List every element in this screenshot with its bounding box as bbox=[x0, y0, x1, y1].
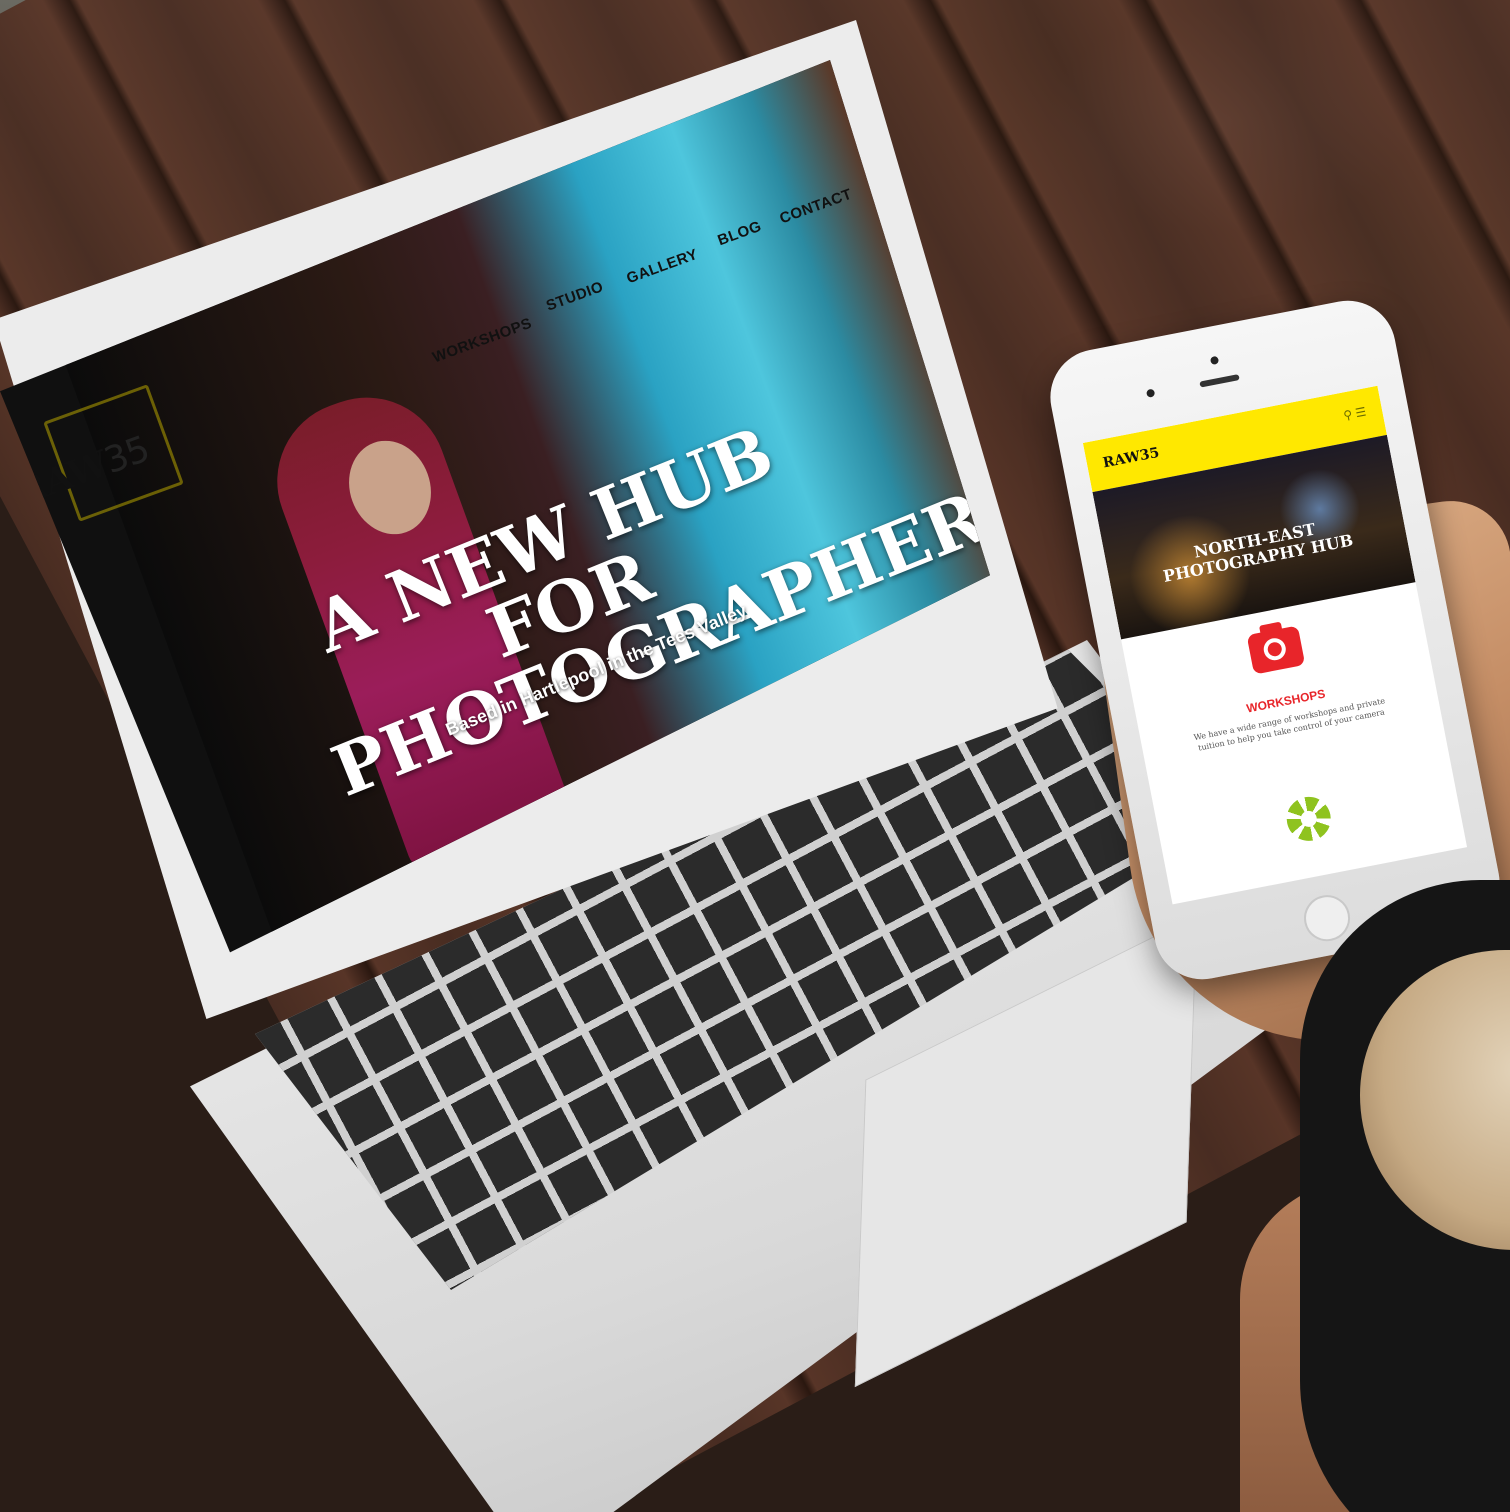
camera-icon bbox=[1246, 625, 1306, 675]
phone-home-button bbox=[1300, 891, 1355, 946]
search-icon[interactable]: ⚲ bbox=[1342, 407, 1353, 422]
phone-camera-dot bbox=[1145, 388, 1156, 398]
mobile-hero-title: NORTH-EAST PHOTOGRAPHY HUB bbox=[1106, 504, 1407, 597]
aperture-icon bbox=[1282, 793, 1335, 845]
phone-screen: RAW35 ⚲ ☰ NORTH-EAST PHOTOGRAPHY HUB WOR… bbox=[1082, 385, 1468, 905]
menu-icon[interactable]: ☰ bbox=[1354, 405, 1367, 421]
phone-sensor-dot bbox=[1209, 355, 1220, 366]
mobile-header-icons: ⚲ ☰ bbox=[1342, 405, 1367, 423]
mobile-logo[interactable]: RAW35 bbox=[1102, 445, 1161, 472]
phone-speaker bbox=[1199, 374, 1240, 388]
photo-scene: RAW35 WORKSHOPS STUDIO GALLERY BLOG CONT… bbox=[0, 0, 1510, 1512]
